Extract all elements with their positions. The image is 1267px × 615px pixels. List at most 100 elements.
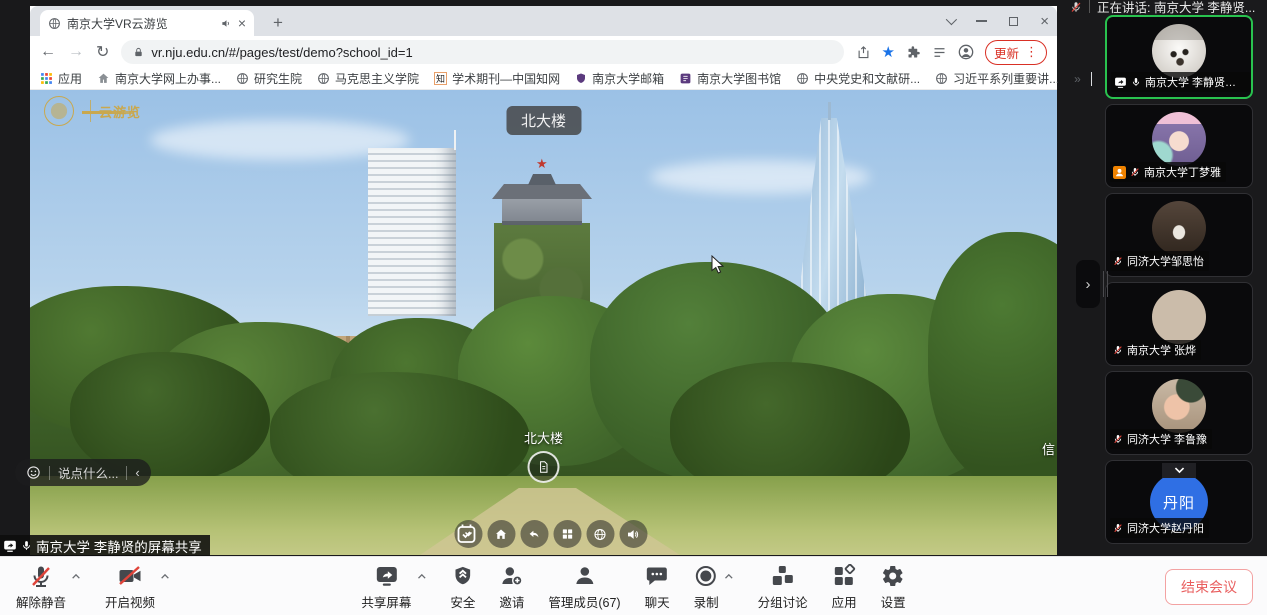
person-add-icon (500, 564, 524, 588)
window-minimize-icon[interactable] (976, 20, 987, 22)
tab-list-icon[interactable] (932, 45, 947, 60)
screen-share-icon (3, 539, 17, 553)
checklist-button[interactable] (454, 522, 478, 546)
window-close-icon[interactable]: × (1040, 14, 1049, 29)
participant-namebar: 同济大学赵丹阳 (1110, 518, 1209, 538)
panel-collapse-button[interactable]: › (1076, 260, 1100, 308)
vr-panorama-view[interactable]: ★ 云游览 北大楼 北大楼 信 (30, 90, 1057, 555)
manage-members-button[interactable]: 管理成员(67) (548, 564, 620, 611)
back-icon[interactable]: ← (40, 43, 56, 61)
settings-button[interactable]: 设置 (881, 564, 906, 611)
breakout-squares-icon (771, 564, 795, 588)
unmute-button[interactable]: 解除静音 (16, 564, 66, 611)
chevron-up-icon[interactable] (416, 573, 426, 580)
nju-anniversary-emblem-icon (44, 96, 74, 126)
reload-icon[interactable]: ↻ (96, 42, 109, 62)
invite-button[interactable]: 邀请 (499, 564, 524, 611)
bookmark-label: 应用 (58, 70, 82, 87)
hotspot-button[interactable] (527, 451, 559, 483)
avatar-initials: 丹阳 (1163, 492, 1195, 513)
chevron-up-icon[interactable] (71, 573, 81, 580)
globe-icon (236, 72, 249, 85)
back-button[interactable] (520, 520, 548, 548)
scene-grid-button[interactable] (553, 520, 581, 548)
panorama-globe-button[interactable] (586, 520, 614, 548)
chrome-update-button[interactable]: 更新 ⋮ (985, 40, 1047, 65)
bookmarks-overflow-icon[interactable]: » (1074, 72, 1081, 86)
chevron-up-icon[interactable] (160, 573, 170, 580)
vr-control-bar (454, 520, 647, 548)
chevron-left-icon[interactable]: ‹ (135, 465, 139, 480)
apps-button[interactable]: 应用 (832, 564, 857, 611)
bookmark-party-history[interactable]: 中央党史和文献研... (796, 70, 920, 87)
participant-namebar: 同济大学邹思怡 (1110, 251, 1209, 271)
vr-hotspot-partial-label: 信 (1042, 439, 1055, 458)
bookmark-nju-mail[interactable]: 南京大学邮箱 (575, 70, 664, 87)
extensions-puzzle-icon[interactable] (906, 45, 921, 60)
record-icon (694, 564, 718, 588)
profile-avatar-icon[interactable] (958, 44, 974, 60)
participant-name: 南京大学 张烨 (1127, 342, 1196, 358)
tile-chevron[interactable] (1162, 463, 1196, 478)
chevron-up-icon[interactable] (724, 573, 734, 580)
shared-browser-window: 南京大学VR云游览 × + × ← → ↻ vr.nju.edu.cn/#/pa… (30, 6, 1057, 555)
lock-icon (133, 47, 144, 58)
tab-close-icon[interactable]: × (238, 16, 246, 30)
share-screen-button[interactable]: 共享屏幕 (361, 564, 411, 611)
end-meeting-button[interactable]: 结束会议 (1165, 569, 1253, 605)
bookmark-nju-library[interactable]: 南京大学图书馆 (679, 70, 781, 87)
browser-tab[interactable]: 南京大学VR云游览 × (40, 10, 254, 36)
vr-chat-bar[interactable]: 说点什么... ‹ (15, 459, 151, 486)
chevron-down-icon (1173, 466, 1186, 475)
bookmark-label: 南京大学邮箱 (592, 70, 664, 87)
tab-audio-icon[interactable] (221, 18, 232, 29)
settings-label: 设置 (881, 592, 906, 611)
browser-menu-icon[interactable]: ⋮ (1025, 44, 1038, 60)
share-page-icon[interactable] (856, 45, 871, 60)
mic-muted-icon (29, 564, 53, 588)
bookmark-marxism-school[interactable]: 马克思主义学院 (317, 70, 419, 87)
sound-button[interactable] (619, 520, 647, 548)
globe-icon (593, 527, 608, 542)
vr-hotspot-beidalou[interactable]: 北大楼 (524, 428, 563, 483)
share-screen-label: 共享屏幕 (361, 592, 411, 611)
mic-muted-icon (1130, 166, 1140, 178)
panel-drag-handle[interactable] (1103, 271, 1108, 297)
divider (90, 100, 91, 122)
gear-icon (881, 564, 905, 588)
bookmark-star-icon[interactable]: ★ (882, 43, 895, 61)
window-restore-icon[interactable] (1009, 17, 1018, 26)
speaker-icon (626, 527, 641, 542)
meeting-toolbar: 解除静音 开启视频 共享屏幕 安全 邀请 (0, 556, 1267, 615)
bookmark-apps[interactable]: 应用 (40, 70, 82, 87)
bookmark-label: 南京大学图书馆 (697, 70, 781, 87)
address-bar[interactable]: vr.nju.edu.cn/#/pages/test/demo?school_i… (121, 40, 843, 64)
bookmark-label: 马克思主义学院 (335, 70, 419, 87)
security-button[interactable]: 安全 (450, 564, 475, 611)
participant-tile[interactable]: 丹阳 同济大学赵丹阳 (1105, 460, 1253, 544)
record-button[interactable]: 录制 (694, 564, 719, 611)
participant-tile[interactable]: 南京大学 李静贤的... (1105, 15, 1253, 99)
participant-tile[interactable]: 同济大学 李鲁豫 (1105, 371, 1253, 455)
mic-on-icon (21, 539, 32, 552)
apps-label: 应用 (832, 592, 857, 611)
start-video-button[interactable]: 开启视频 (105, 564, 155, 611)
bookmark-cnki[interactable]: 知 学术期刊—中国知网 (434, 70, 560, 87)
participant-tile[interactable]: 同济大学邹思怡 (1105, 193, 1253, 277)
window-menu-icon[interactable] (946, 14, 957, 25)
avatar (1152, 201, 1206, 255)
bookmark-graduate-school[interactable]: 研究生院 (236, 70, 302, 87)
participant-tile[interactable]: 南京大学丁梦雅 (1105, 104, 1253, 188)
bookmark-nju-portal[interactable]: 南京大学网上办事... (97, 70, 221, 87)
new-tab-button[interactable]: + (266, 12, 290, 36)
chat-input-placeholder[interactable]: 说点什么... (58, 463, 118, 482)
chat-bubble-icon (645, 564, 669, 588)
breakout-rooms-button[interactable]: 分组讨论 (758, 564, 808, 611)
bookmark-speeches[interactable]: 习近平系列重要讲... (935, 70, 1059, 87)
forward-icon[interactable]: → (68, 43, 84, 61)
participant-tile[interactable]: 南京大学 张烨 (1105, 282, 1253, 366)
manage-members-label: 管理成员(67) (548, 592, 620, 611)
chat-button[interactable]: 聊天 (645, 564, 670, 611)
home-button[interactable] (487, 520, 515, 548)
emoji-icon[interactable] (26, 465, 41, 480)
